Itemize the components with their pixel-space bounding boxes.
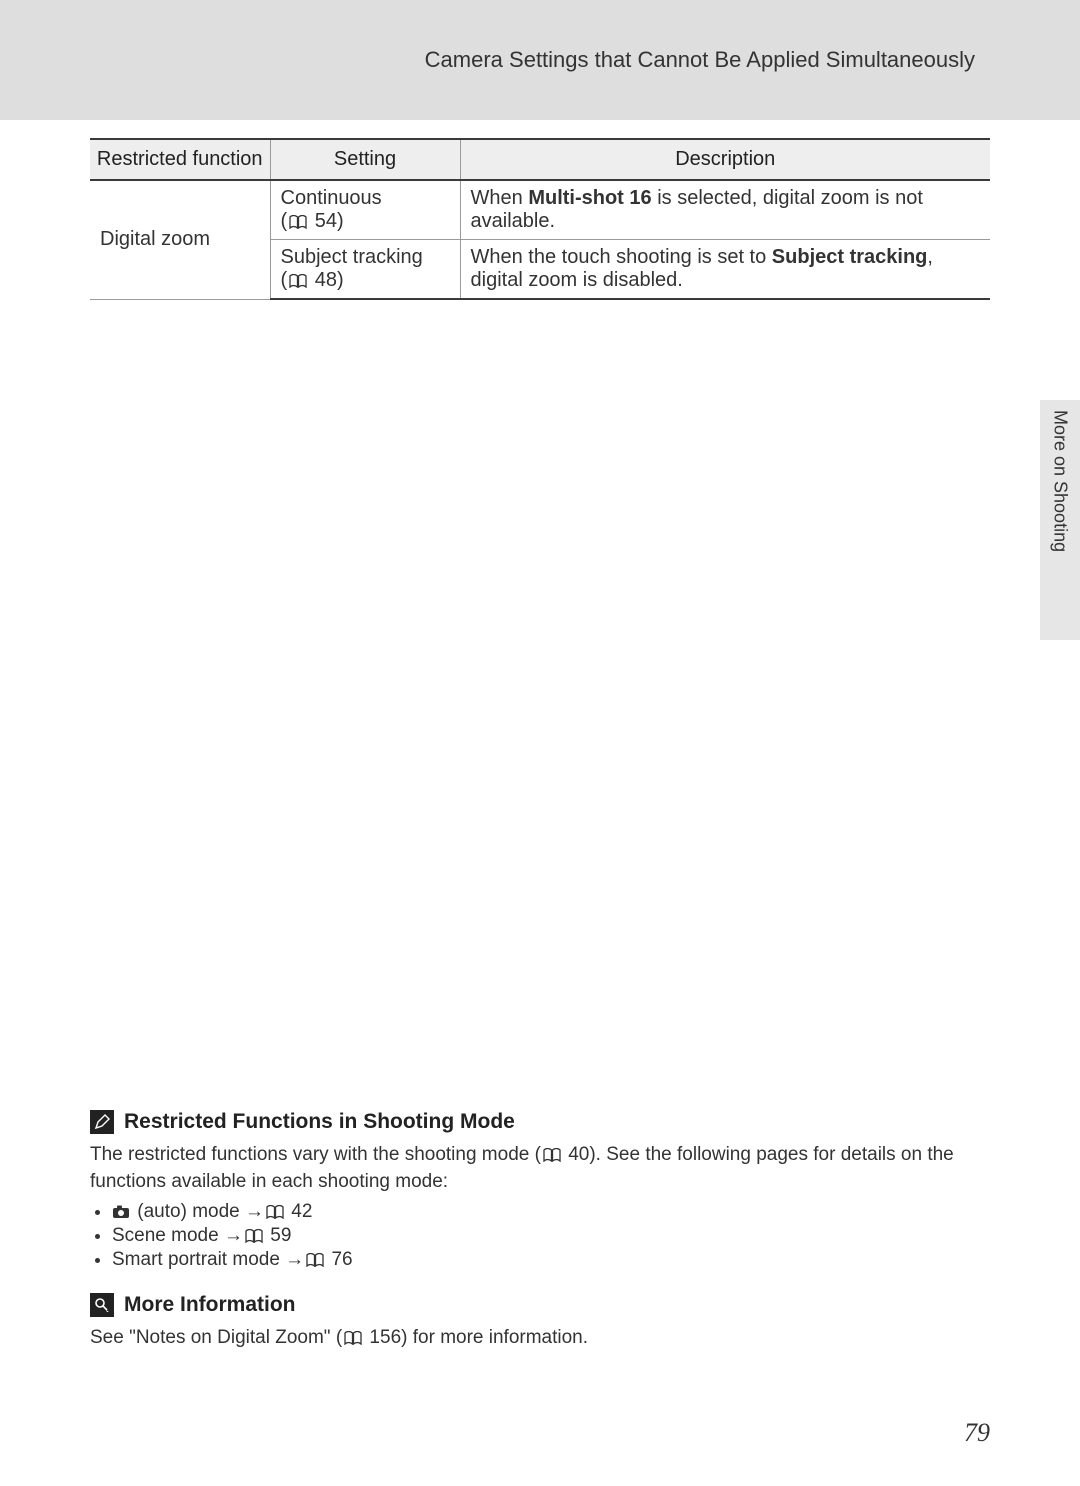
mode-label-pre: Smart portrait mode [112, 1249, 285, 1270]
setting-name: Continuous [281, 187, 382, 209]
note-heading-restricted: Restricted Functions in Shooting Mode [90, 1110, 990, 1134]
heading-text: More Information [124, 1293, 296, 1317]
mode-page: 59 [265, 1225, 291, 1246]
col-restricted: Restricted function [90, 139, 270, 180]
book-icon [289, 274, 307, 288]
mode-page: 42 [286, 1201, 312, 1222]
book-icon [266, 1205, 284, 1219]
ref-open: ( [281, 269, 288, 291]
info-icon [90, 1293, 114, 1317]
col-setting: Setting [270, 139, 460, 180]
mode-label-pre: Scene mode [112, 1225, 224, 1246]
body-post: 156) for more information. [364, 1327, 588, 1348]
cell-setting: Continuous ( 54) [270, 180, 460, 240]
list-item: (auto) mode → 42 [112, 1201, 990, 1223]
page-title: Camera Settings that Cannot Be Applied S… [425, 47, 975, 73]
ref-page: 48) [309, 269, 343, 291]
mode-label: (auto) mode [132, 1201, 245, 1222]
book-icon [306, 1253, 324, 1267]
arrow-icon: → [224, 1225, 243, 1246]
col-description: Description [460, 139, 990, 180]
book-icon [289, 215, 307, 229]
body-pre: See "Notes on Digital Zoom" ( [90, 1327, 342, 1348]
book-icon [543, 1148, 561, 1162]
book-icon [344, 1331, 362, 1345]
ref-page: 54) [309, 210, 343, 232]
table-header-row: Restricted function Setting Description [90, 139, 990, 180]
camera-icon [112, 1205, 130, 1219]
notes-block: Restricted Functions in Shooting Mode Th… [90, 1110, 990, 1358]
body-pre: The restricted functions vary with the s… [90, 1144, 541, 1165]
cell-setting: Subject tracking ( 48) [270, 240, 460, 300]
side-tab-label: More on Shooting [1040, 400, 1080, 640]
restrictions-table: Restricted function Setting Description … [90, 138, 990, 300]
note-heading-moreinfo: More Information [90, 1293, 990, 1317]
ref-open: ( [281, 210, 288, 232]
desc-bold: Multi-shot 16 [528, 187, 651, 209]
mode-page: 76 [326, 1249, 352, 1270]
setting-name: Subject tracking [281, 246, 423, 268]
cell-restricted: Digital zoom [90, 180, 270, 299]
page-number: 79 [964, 1418, 990, 1448]
table-row: Digital zoom Continuous ( 54) When Multi… [90, 180, 990, 240]
arrow-icon: → [285, 1249, 304, 1270]
header-bar: Camera Settings that Cannot Be Applied S… [0, 0, 1080, 120]
cell-description: When Multi-shot 16 is selected, digital … [460, 180, 990, 240]
pencil-icon [90, 1110, 114, 1134]
book-icon [245, 1229, 263, 1243]
list-item: Scene mode → 59 [112, 1225, 990, 1247]
list-item: Smart portrait mode → 76 [112, 1249, 990, 1271]
note-body-moreinfo: See "Notes on Digital Zoom" ( 156) for m… [90, 1325, 990, 1352]
arrow-icon: → [245, 1201, 264, 1222]
desc-pre: When [471, 187, 529, 209]
modes-list: (auto) mode → 42 Scene mode → 59 Smart p… [90, 1201, 990, 1271]
note-body-restricted: The restricted functions vary with the s… [90, 1142, 990, 1195]
cell-description: When the touch shooting is set to Subjec… [460, 240, 990, 300]
desc-bold: Subject tracking [772, 246, 928, 268]
page-body: Restricted function Setting Description … [0, 120, 1080, 1486]
heading-text: Restricted Functions in Shooting Mode [124, 1110, 515, 1134]
desc-pre: When the touch shooting is set to [471, 246, 772, 268]
